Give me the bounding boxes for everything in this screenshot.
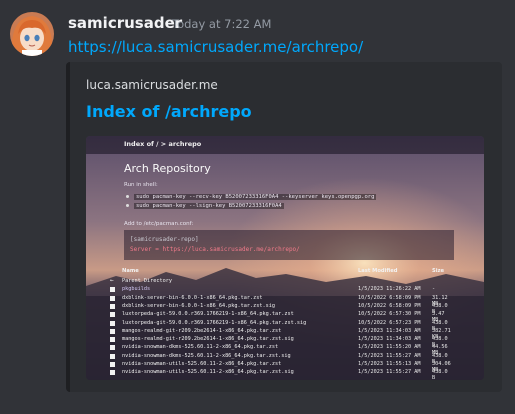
embed-title-link[interactable]: Index of /archrepo [86, 102, 252, 121]
file-date: 1/5/2023 11:55:27 AM [358, 369, 421, 376]
file-name[interactable]: Parent Directory [122, 278, 172, 284]
embed-preview-image[interactable]: Index of / > archrepo Arch Repository Ru… [86, 136, 484, 380]
preview-conf-block: [samicrusader-repo] Server = https://luc… [124, 230, 454, 260]
file-icon [110, 370, 115, 376]
file-date: 10/5/2022 6:57:23 PM [358, 319, 421, 326]
file-icon [110, 320, 115, 326]
file-icon [110, 337, 115, 343]
preview-breadcrumb-bar: Index of / > archrepo [86, 136, 484, 154]
file-icon [110, 353, 115, 359]
file-name[interactable]: luxtorpeda-git-59.0.0.r369.1766219-1-x86… [122, 311, 294, 317]
file-icon [110, 303, 115, 309]
file-name[interactable]: nvidia-snowman-utils-525.60.11-2-x86_64.… [122, 361, 281, 367]
username[interactable]: samicrusader [68, 14, 182, 32]
file-name[interactable]: mangos-realmd-git-r209.2be2614-1-x86_64.… [122, 328, 281, 334]
column-header-size: Size [432, 268, 445, 274]
folder-icon [110, 287, 115, 293]
embed-provider: luca.samicrusader.me [86, 78, 218, 92]
file-row[interactable]: nvidia-snowman-dkms-525.60.11-2-x86_64.p… [110, 352, 450, 365]
file-row[interactable]: mangos-realmd-git-r209.2be2614-1-x86_64.… [110, 327, 451, 340]
file-row[interactable]: dxblink-server-bin-6.0.0-1-x86_64.pkg.ta… [110, 294, 450, 307]
file-name[interactable]: nvidia-snowman-dkms-525.60.11-2-x86_64.p… [122, 353, 291, 359]
file-date: 1/5/2023 11:55:27 AM [358, 352, 421, 359]
preview-breadcrumb: Index of / > archrepo [124, 140, 202, 148]
preview-command: sudo pacman-key --recv-key B52007233316F… [126, 194, 377, 200]
file-icon [110, 328, 115, 334]
file-icon [110, 362, 115, 367]
chat-message: samicrusader Today at 7:22 AM https://lu… [0, 0, 515, 414]
file-row[interactable]: nvidia-snowman-utils-525.60.11-2-x86_64.… [110, 369, 450, 380]
file-icon [110, 295, 115, 301]
file-date: 1/5/2023 11:34:03 AM [358, 336, 421, 343]
file-row[interactable]: nvidia-snowman-dkms-525.60.11-2-x86_64.p… [110, 344, 450, 356]
file-row[interactable]: ← Parent Directory [110, 277, 450, 286]
file-row[interactable]: luxtorpeda-git-59.0.0.r369.1766219-1-x86… [110, 319, 450, 332]
preview-command: sudo pacman-key --lsign-key B52007233316… [126, 203, 284, 209]
file-name[interactable]: nvidia-snowman-utils-525.60.11-2-x86_64.… [122, 369, 294, 375]
file-row[interactable]: dxblink-server-bin-6.0.0-1-x86_64.pkg.ta… [110, 302, 450, 315]
file-name[interactable]: dxblink-server-bin-6.0.0-1-x86_64.pkg.ta… [122, 303, 275, 309]
file-date: 10/5/2022 6:57:30 PM [358, 311, 421, 318]
preview-run-label: Run in shell: [124, 182, 158, 188]
column-header-name: Name [122, 268, 139, 274]
file-date: 1/5/2023 11:34:03 AM [358, 327, 421, 334]
file-name[interactable]: pkgbuilds [122, 286, 150, 292]
file-date: 1/5/2023 11:26:22 AM [358, 286, 421, 293]
user-avatar[interactable] [10, 12, 54, 56]
file-date: 10/5/2022 6:58:09 PM [358, 302, 421, 309]
file-size: - [432, 286, 436, 293]
column-header-modified: Last Modified [358, 268, 398, 274]
file-icon [110, 345, 115, 351]
preview-add-label: Add to /etc/pacman.conf: [124, 221, 194, 227]
file-size: 438.0 B [432, 369, 448, 380]
back-arrow-icon: ← [110, 277, 114, 284]
file-date: 10/5/2022 6:58:09 PM [358, 294, 421, 301]
file-row[interactable]: luxtorpeda-git-59.0.0.r369.1766219-1-x86… [110, 311, 450, 323]
file-row[interactable]: nvidia-snowman-utils-525.60.11-2-x86_64.… [110, 361, 451, 373]
preview-heading: Arch Repository [124, 162, 211, 175]
link-embed: luca.samicrusader.me Index of /archrepo [66, 62, 502, 392]
file-name[interactable]: dxblink-server-bin-6.0.0-1-x86_64.pkg.ta… [122, 295, 263, 301]
file-row[interactable]: pkgbuilds 1/5/2023 11:26:22 AM - [110, 286, 450, 294]
file-name[interactable]: luxtorpeda-git-59.0.0.r369.1766219-1-x86… [122, 320, 306, 326]
file-name[interactable]: mangos-realmd-git-r209.2be2614-1-x86_64.… [122, 336, 294, 342]
message-link[interactable]: https://luca.samicrusader.me/archrepo/ [68, 38, 363, 56]
file-row[interactable]: mangos-realmd-git-r209.2be2614-1-x86_64.… [110, 336, 450, 348]
file-name[interactable]: nvidia-snowman-dkms-525.60.11-2-x86_64.p… [122, 344, 278, 350]
file-icon [110, 312, 115, 318]
message-timestamp: Today at 7:22 AM [172, 17, 272, 31]
file-date: 1/5/2023 11:55:13 AM [358, 361, 421, 367]
file-date: 1/5/2023 11:55:20 AM [358, 344, 421, 351]
